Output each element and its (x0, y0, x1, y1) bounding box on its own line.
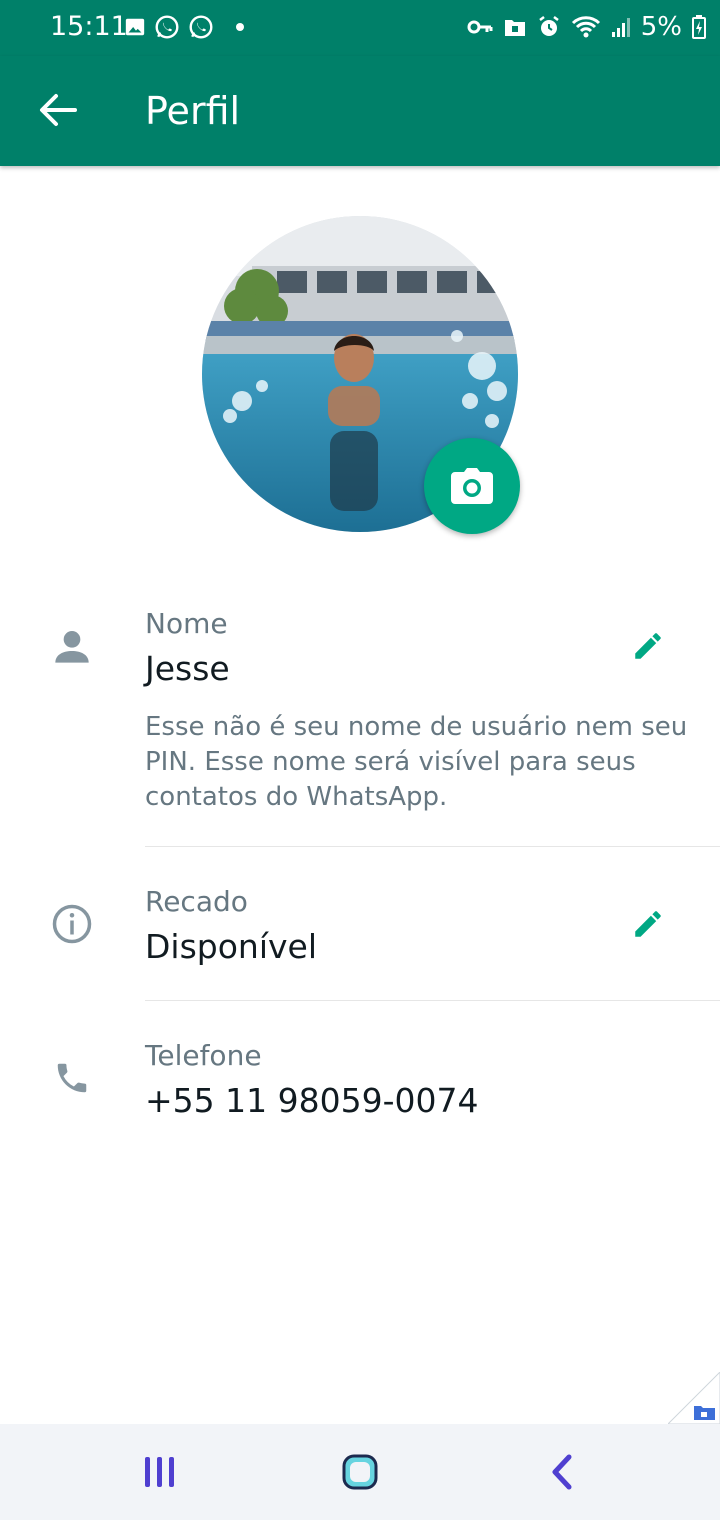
alarm-icon (539, 16, 559, 36)
status-left-icons (124, 12, 244, 42)
page-title: Perfil (145, 89, 241, 133)
phone-row: Telefone +55 11 98059-0074 (0, 1032, 720, 1142)
battery-charging-icon (692, 15, 706, 39)
name-value: Jesse (145, 649, 230, 688)
edit-about-button[interactable] (620, 896, 676, 952)
phone-value: +55 11 98059-0074 (145, 1081, 479, 1120)
whatsapp-icon (155, 15, 179, 39)
camera-icon (451, 468, 493, 504)
nav-back-button[interactable] (532, 1446, 592, 1498)
phone-label: Telefone (145, 1039, 262, 1072)
pencil-icon (635, 911, 661, 937)
home-button[interactable] (330, 1446, 390, 1498)
notification-dot (236, 23, 244, 31)
name-hint: Esse não é seu nome de usuário nem seu P… (145, 712, 688, 812)
about-row[interactable]: Recado Disponível (0, 878, 720, 988)
image-icon (125, 18, 145, 36)
back-button[interactable] (30, 82, 86, 138)
whatsapp-icon (189, 15, 213, 39)
person-icon (44, 618, 100, 674)
home-icon (342, 1454, 378, 1490)
about-value: Disponível (145, 927, 317, 966)
navigation-bar (0, 1424, 720, 1520)
secure-folder-shortcut[interactable] (666, 1371, 720, 1425)
edit-name-button[interactable] (620, 618, 676, 674)
name-row[interactable]: Nome Jesse Esse não é seu nome de usuári… (0, 600, 720, 830)
secure-folder-icon (504, 20, 525, 36)
phone-icon (44, 1050, 100, 1106)
nav-back-icon (552, 1454, 572, 1490)
about-label: Recado (145, 885, 248, 918)
recents-icon (145, 1457, 174, 1487)
status-right-icons: 5% (467, 10, 706, 44)
info-icon (44, 896, 100, 952)
app-bar: Perfil (0, 56, 720, 166)
recents-button[interactable] (130, 1446, 190, 1498)
wifi-icon (571, 16, 600, 38)
arrow-back-icon (40, 94, 77, 126)
vpn-key-icon (467, 20, 493, 34)
change-photo-button[interactable] (424, 438, 520, 534)
divider (145, 1000, 720, 1001)
status-bar: 15:11 5% (0, 0, 720, 56)
signal-icon (611, 18, 630, 37)
name-label: Nome (145, 607, 228, 640)
divider (145, 846, 720, 847)
status-time: 15:11 (50, 11, 128, 42)
pencil-icon (635, 633, 661, 659)
battery-percent: 5% (640, 12, 682, 42)
